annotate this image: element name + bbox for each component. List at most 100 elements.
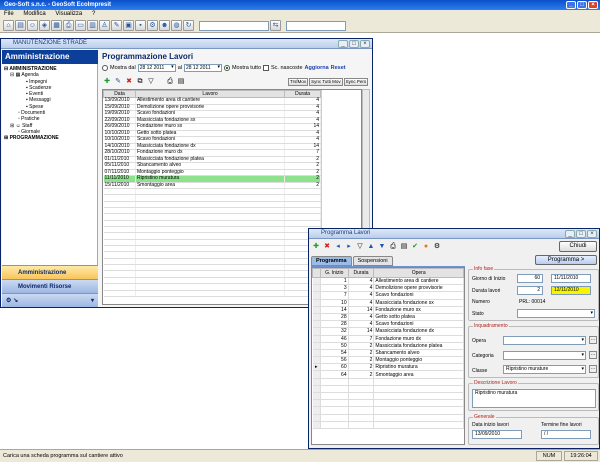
export-icon[interactable]: ▤ bbox=[176, 77, 186, 87]
descrizione-textarea[interactable]: Ripristino muratura bbox=[472, 389, 596, 408]
programma-button[interactable]: Programma > bbox=[535, 255, 597, 265]
table-row[interactable]: 7 4 Scavo fondazioni bbox=[312, 291, 464, 300]
table-row-empty[interactable] bbox=[312, 421, 464, 429]
table-row[interactable]: 28 4 Getto sotto platea bbox=[312, 313, 464, 322]
termine-fine-field[interactable]: / / bbox=[541, 430, 591, 439]
categoria-select[interactable]: ▾ bbox=[503, 351, 586, 360]
print-icon[interactable]: ⎙ bbox=[388, 242, 398, 252]
tab-programma[interactable]: Programma bbox=[311, 256, 352, 266]
table-row-empty[interactable] bbox=[103, 290, 321, 297]
classe-select[interactable]: Ripristino murature ▾ bbox=[503, 365, 586, 374]
maximize-icon[interactable]: □ bbox=[349, 40, 359, 48]
menu-visualizza[interactable]: Visualizza bbox=[55, 11, 82, 17]
menu-modifica[interactable]: Modifica bbox=[23, 11, 45, 17]
table-row[interactable]: 64 2 Smontaggio area bbox=[312, 370, 464, 379]
pin-icon[interactable]: ↘ bbox=[13, 298, 18, 304]
sync-tutti-button[interactable]: Sync Tutti Mov bbox=[309, 77, 343, 86]
settings-icon[interactable]: ⚙ bbox=[147, 20, 158, 31]
tree-item-programmazione[interactable]: ⊞ PROGRAMMAZIONE bbox=[4, 135, 96, 141]
col-g-inizio[interactable]: G. Inizio bbox=[319, 268, 349, 278]
filter-icon[interactable]: ▽ bbox=[146, 77, 156, 87]
folder-icon[interactable]: ▤ bbox=[15, 20, 26, 31]
copy-icon[interactable]: ⧉ bbox=[135, 77, 145, 87]
table-row[interactable]: 3 4 Demolizione opere provvisorie bbox=[312, 284, 464, 293]
site-selector-2[interactable] bbox=[286, 20, 346, 31]
close-icon[interactable]: × bbox=[587, 230, 597, 238]
giorno-inizio-date[interactable]: 11/11/2010 bbox=[551, 274, 591, 283]
table-row[interactable]: 54 2 Sbancamento alveo bbox=[312, 349, 464, 358]
trsfmov-button[interactable]: TrsfMov bbox=[288, 77, 309, 86]
move-right-icon[interactable]: ▸ bbox=[344, 242, 354, 252]
table-row[interactable]: 28 4 Scavo fondazioni bbox=[312, 320, 464, 329]
print-icon[interactable]: ⎙ bbox=[63, 20, 74, 31]
col-durata[interactable]: Durata bbox=[347, 268, 375, 278]
network-icon[interactable]: ◈ bbox=[39, 20, 50, 31]
delete-icon[interactable]: ✖ bbox=[124, 77, 134, 87]
menu-file[interactable]: File bbox=[4, 11, 14, 17]
clipboard-icon[interactable]: ▣ bbox=[123, 20, 134, 31]
minimize-icon[interactable]: _ bbox=[338, 40, 348, 48]
minimize-icon[interactable]: _ bbox=[565, 230, 575, 238]
add-icon[interactable]: ✚ bbox=[311, 242, 321, 252]
checkbox-sc-nascoste[interactable] bbox=[263, 65, 270, 71]
table-row-empty[interactable] bbox=[312, 378, 464, 386]
maximize-icon[interactable]: □ bbox=[576, 230, 586, 238]
tools-icon[interactable]: ✎ bbox=[111, 20, 122, 31]
print-icon[interactable]: ⎙ bbox=[165, 77, 175, 87]
calendar-icon[interactable]: ▦ bbox=[51, 20, 62, 31]
table-row[interactable]: 46 7 Fondazione muro dx bbox=[312, 335, 464, 343]
radio-mostra-dal[interactable] bbox=[102, 65, 108, 71]
classe-lookup-button[interactable]: … bbox=[589, 365, 597, 373]
move-left-icon[interactable]: ◂ bbox=[333, 242, 343, 252]
radio-mostra-tutto[interactable] bbox=[223, 65, 230, 71]
close-icon[interactable]: × bbox=[360, 40, 370, 48]
minimize-icon[interactable]: _ bbox=[566, 1, 576, 9]
date-to-input[interactable]: 28 12 2011 bbox=[183, 64, 222, 72]
reset-link[interactable]: Reset bbox=[331, 65, 346, 71]
sync-pers-button[interactable]: Sync Pers bbox=[343, 77, 369, 86]
expand-icon[interactable]: ▾ bbox=[91, 294, 94, 308]
stop-icon[interactable]: ● bbox=[421, 242, 431, 252]
save-icon[interactable]: ▪ bbox=[135, 20, 146, 31]
people-icon[interactable]: ☺ bbox=[27, 20, 38, 31]
gear-icon[interactable]: ⚙ bbox=[6, 298, 11, 304]
home-icon[interactable]: ⌂ bbox=[3, 20, 14, 31]
edit-icon[interactable]: ✎ bbox=[113, 77, 123, 87]
durata-field[interactable]: 2 bbox=[517, 286, 543, 295]
table-row[interactable]: 10 4 Massicciata fondazione sx bbox=[312, 299, 464, 307]
table-row-empty[interactable] bbox=[312, 385, 464, 394]
date-from-input[interactable]: 28 12 2011 bbox=[137, 64, 176, 72]
close-icon[interactable]: × bbox=[588, 1, 598, 9]
chart-icon[interactable]: ▥ bbox=[87, 20, 98, 31]
filter-icon[interactable]: ▽ bbox=[355, 242, 365, 252]
gear-icon[interactable]: ⚙ bbox=[432, 242, 442, 252]
table-row-empty[interactable] bbox=[312, 392, 464, 401]
opera-select[interactable]: ▾ bbox=[503, 336, 586, 345]
table-row[interactable]: 14 14 Fondazione muro sx bbox=[312, 306, 464, 314]
table-row[interactable]: 50 2 Massicciata fondazione platea bbox=[312, 342, 464, 350]
up-icon[interactable]: ▲ bbox=[366, 242, 376, 252]
table-row-empty[interactable] bbox=[312, 406, 464, 415]
delete-icon[interactable]: ✖ bbox=[322, 242, 332, 252]
site-selector[interactable] bbox=[199, 20, 269, 31]
globe-icon[interactable]: ◍ bbox=[171, 20, 182, 31]
chiudi-button[interactable]: Chiudi bbox=[559, 241, 597, 252]
sidebar-tab-amministrazione[interactable]: Amministrazione bbox=[2, 265, 98, 279]
durata-end-date[interactable]: 12/11/2010 bbox=[551, 286, 591, 295]
sidebar-tab-movimenti[interactable]: Movimenti Risorse bbox=[2, 279, 98, 293]
categoria-lookup-button[interactable]: … bbox=[589, 351, 597, 359]
table-row[interactable]: ▸ 60 2 Ripristino muratura bbox=[312, 363, 464, 372]
tab-sospensioni[interactable]: Sospensioni bbox=[352, 256, 393, 266]
maximize-icon[interactable]: □ bbox=[577, 1, 587, 9]
opera-lookup-button[interactable]: … bbox=[589, 336, 597, 344]
aggiorna-link[interactable]: Aggiorna bbox=[305, 65, 329, 71]
table-row[interactable]: 1 4 Allestimento area di cantiere bbox=[312, 277, 464, 286]
data-inizio-field[interactable]: 13/09/2010 bbox=[472, 430, 522, 439]
add-icon[interactable]: ✚ bbox=[102, 77, 112, 87]
refresh-icon[interactable]: ↻ bbox=[183, 20, 194, 31]
menu-help[interactable]: ? bbox=[92, 11, 95, 17]
worker-icon[interactable]: ♙ bbox=[99, 20, 110, 31]
link-icon[interactable]: ⇆ bbox=[270, 20, 281, 31]
table-row[interactable]: 56 2 Montaggio ponteggio bbox=[312, 356, 464, 365]
export-icon[interactable]: ▤ bbox=[399, 242, 409, 252]
